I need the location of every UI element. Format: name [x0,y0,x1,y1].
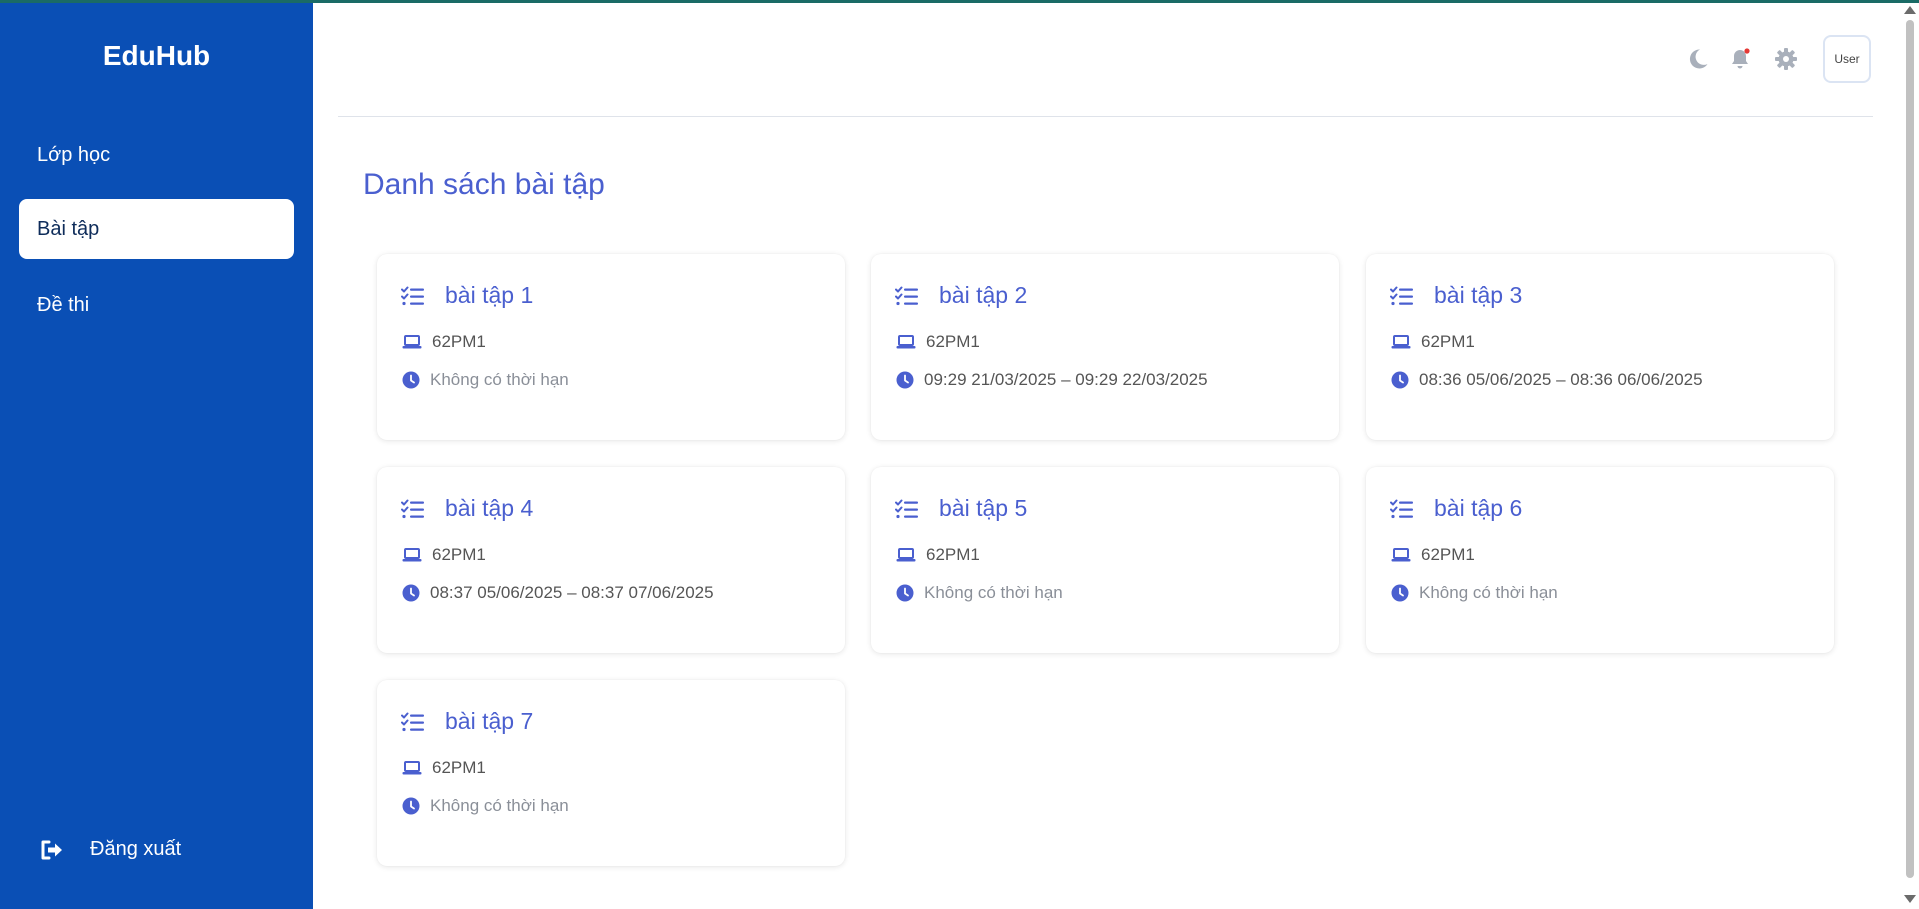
assignment-deadline-row: Không có thời hạn [402,370,569,390]
assignment-title[interactable]: bài tập 3 [1390,282,1522,309]
assignment-deadline-row: Không có thời hạn [402,796,569,816]
assignment-title[interactable]: bài tập 6 [1390,495,1522,522]
logout-label: Đăng xuất [90,838,182,860]
notification-dot [1744,48,1750,54]
clock-icon [896,371,914,389]
checklist-icon [401,712,424,731]
assignment-class-row: 62PM1 [896,332,980,352]
checklist-icon [895,499,918,518]
assignment-deadline: Không có thời hạn [924,583,1063,602]
assignment-deadline: Không có thời hạn [1419,583,1558,602]
bell-icon[interactable] [1728,47,1752,71]
sidebar-item-assignments[interactable]: Bài tập [19,199,294,259]
assignment-class: 62PM1 [926,545,980,564]
assignment-class-row: 62PM1 [896,545,980,565]
clock-icon [402,371,420,389]
assignment-title[interactable]: bài tập 4 [401,495,533,522]
assignment-deadline: Không có thời hạn [430,370,569,389]
clock-icon [1391,584,1409,602]
checklist-icon [1390,286,1413,305]
clock-icon [896,584,914,602]
assignment-deadline: Không có thời hạn [430,796,569,815]
assignment-class-row: 62PM1 [402,758,486,778]
laptop-icon [896,548,916,562]
sidebar-item-classes[interactable]: Lớp học [19,125,294,185]
assignment-title-text: bài tập 5 [939,495,1028,521]
laptop-icon [402,335,422,349]
logout-icon [41,840,62,859]
clock-icon [402,797,420,815]
checklist-icon [401,499,424,518]
assignment-card[interactable]: bài tập 2 62PM1 09:29 21/03/2025 – 09:29… [871,254,1339,440]
logout-button[interactable]: Đăng xuất [40,838,181,861]
laptop-icon [896,335,916,349]
assignment-title-text: bài tập 7 [445,708,534,734]
assignment-deadline: 09:29 21/03/2025 – 09:29 22/03/2025 [924,370,1208,389]
laptop-icon [1391,335,1411,349]
assignment-title-text: bài tập 1 [445,282,534,308]
scroll-thumb[interactable] [1906,20,1914,878]
assignment-class: 62PM1 [432,758,486,777]
assignment-title-text: bài tập 4 [445,495,534,521]
assignment-class-row: 62PM1 [1391,545,1475,565]
app-logo: EduHub [102,40,211,71]
assignment-class-row: 62PM1 [402,545,486,565]
sidebar-item-label: Đề thi [37,293,90,316]
checklist-icon [401,286,424,305]
top-accent-line [0,0,1919,3]
checklist-icon [1390,499,1413,518]
assignment-class: 62PM1 [1421,545,1475,564]
page-title: Danh sách bài tập [363,168,605,201]
assignment-card[interactable]: bài tập 6 62PM1 Không có thời hạn [1366,467,1834,653]
scroll-up-icon[interactable] [1904,6,1916,14]
assignment-card[interactable]: bài tập 4 62PM1 08:37 05/06/2025 – 08:37… [377,467,845,653]
sidebar-item-label: Lớp học [37,143,111,166]
assignment-card[interactable]: bài tập 1 62PM1 Không có thời hạn [377,254,845,440]
sidebar: EduHub Lớp học Bài tập Đề thi Đăng xuất [0,0,313,909]
clock-icon [402,584,420,602]
assignment-deadline-row: Không có thời hạn [1391,583,1558,603]
assignment-deadline-row: 08:37 05/06/2025 – 08:37 07/06/2025 [402,583,714,603]
assignment-deadline-row: 08:36 05/06/2025 – 08:36 06/06/2025 [1391,370,1703,390]
assignment-title-text: bài tập 3 [1434,282,1523,308]
assignment-class: 62PM1 [432,332,486,351]
assignment-deadline-row: Không có thời hạn [896,583,1063,603]
scroll-down-icon[interactable] [1904,895,1916,903]
assignment-class-row: 62PM1 [1391,332,1475,352]
assignment-card[interactable]: bài tập 5 62PM1 Không có thời hạn [871,467,1339,653]
laptop-icon [1391,548,1411,562]
assignment-card[interactable]: bài tập 3 62PM1 08:36 05/06/2025 – 08:36… [1366,254,1834,440]
assignment-class: 62PM1 [432,545,486,564]
assignment-deadline: 08:37 05/06/2025 – 08:37 07/06/2025 [430,583,714,602]
assignment-class-row: 62PM1 [402,332,486,352]
checklist-icon [895,286,918,305]
moon-icon[interactable] [1686,47,1710,71]
assignment-class: 62PM1 [1421,332,1475,351]
assignment-title-text: bài tập 2 [939,282,1028,308]
assignment-title[interactable]: bài tập 5 [895,495,1027,522]
assignment-title[interactable]: bài tập 2 [895,282,1027,309]
assignment-title-text: bài tập 6 [1434,495,1523,521]
page-scrollbar[interactable] [1900,0,1919,909]
assignment-card[interactable]: bài tập 7 62PM1 Không có thời hạn [377,680,845,866]
header-divider [338,116,1873,117]
assignment-deadline: 08:36 05/06/2025 – 08:36 06/06/2025 [1419,370,1703,389]
laptop-icon [402,548,422,562]
sidebar-item-exams[interactable]: Đề thi [19,275,294,335]
assignment-title[interactable]: bài tập 7 [401,708,533,735]
sidebar-item-label: Bài tập [37,217,100,240]
clock-icon [1391,371,1409,389]
assignment-class: 62PM1 [926,332,980,351]
user-label: User [1834,52,1860,66]
user-menu-button[interactable]: User [1823,35,1871,83]
laptop-icon [402,761,422,775]
assignment-deadline-row: 09:29 21/03/2025 – 09:29 22/03/2025 [896,370,1208,390]
gear-icon[interactable] [1774,47,1798,71]
assignment-title[interactable]: bài tập 1 [401,282,533,309]
